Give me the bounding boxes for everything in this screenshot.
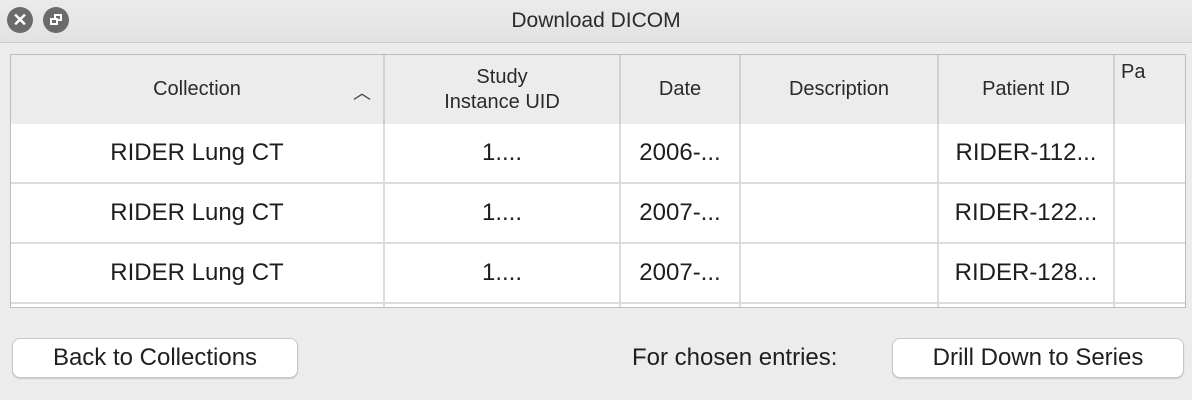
window-title: Download DICOM [511, 9, 681, 32]
cell-date: 2007-... [621, 244, 741, 302]
column-header-label: Description [788, 78, 890, 100]
column-header-label: Instance UID [444, 90, 560, 113]
cell-study-uid: 1.... [385, 124, 621, 182]
chosen-entries-label: For chosen entries: [632, 344, 838, 371]
cell-date: 2006-... [621, 124, 741, 182]
cell-collection: RIDER Lung CT [11, 184, 385, 242]
table-row[interactable]: RIDER Lung CT 1.... 2006-... RIDER-112..… [11, 124, 1185, 184]
cell-truncated [1115, 184, 1185, 242]
table-body: RIDER Lung CT 1.... 2006-... RIDER-112..… [11, 124, 1185, 307]
cell-patient-id: RIDER-122... [939, 184, 1115, 242]
cell-description [741, 124, 939, 182]
column-header-description[interactable]: Description [741, 55, 939, 124]
column-header-label: Pa [1121, 61, 1146, 83]
table-row[interactable]: RIDER Lung CT 1.... 2007-... RIDER-128..… [11, 244, 1185, 304]
title-bar: ✕ Download DICOM [0, 0, 1192, 43]
table-row-partial[interactable] [11, 304, 1185, 307]
column-header-patient-id[interactable]: Patient ID [939, 55, 1115, 124]
column-header-label: Collection [153, 78, 241, 100]
column-header-date[interactable]: Date [621, 55, 741, 124]
cell-description [741, 184, 939, 242]
cell-patient-id: RIDER-112... [939, 124, 1115, 182]
cell-study-uid: 1.... [385, 184, 621, 242]
cell-date: 2007-... [621, 184, 741, 242]
drill-down-to-series-button[interactable]: Drill Down to Series [892, 338, 1184, 378]
studies-table[interactable]: Collection ︿ Study Instance UID Date Des… [10, 54, 1186, 308]
table-header: Collection ︿ Study Instance UID Date Des… [11, 55, 1185, 124]
column-header-study-uid[interactable]: Study Instance UID [385, 55, 621, 124]
cell-truncated [1115, 244, 1185, 302]
sort-ascending-icon[interactable]: ︿ [353, 79, 371, 105]
back-to-collections-button[interactable]: Back to Collections [12, 338, 298, 378]
column-header-label: Study [476, 65, 528, 88]
cell-collection: RIDER Lung CT [11, 244, 385, 302]
column-header-label: Patient ID [982, 78, 1070, 100]
cell-patient-id: RIDER-128... [939, 244, 1115, 302]
column-header-collection[interactable]: Collection ︿ [11, 55, 385, 124]
column-header-truncated[interactable]: Pa [1115, 55, 1185, 124]
cell-truncated [1115, 124, 1185, 182]
table-row[interactable]: RIDER Lung CT 1.... 2007-... RIDER-122..… [11, 184, 1185, 244]
cell-description [741, 244, 939, 302]
cell-study-uid: 1.... [385, 244, 621, 302]
column-header-label: Date [658, 78, 702, 100]
cell-collection: RIDER Lung CT [11, 124, 385, 182]
